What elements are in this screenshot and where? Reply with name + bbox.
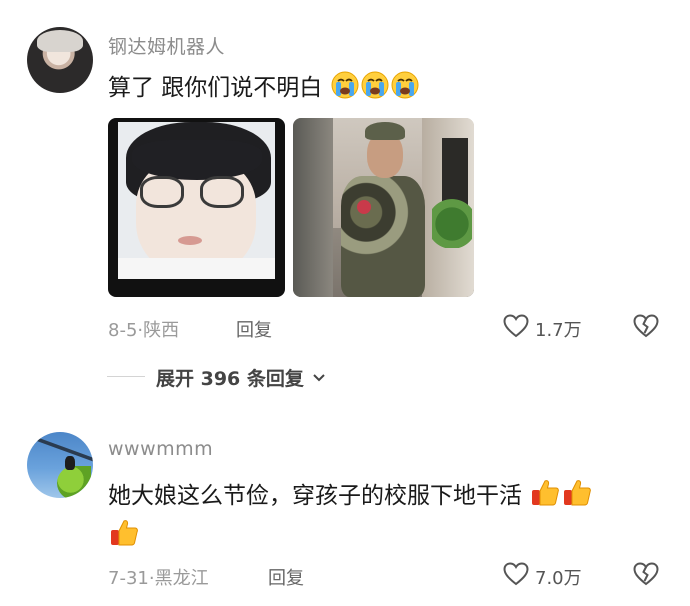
crying-face-icon (390, 70, 420, 106)
heart-icon[interactable] (503, 562, 529, 586)
reply-button[interactable]: 回复 (268, 564, 304, 590)
comment-text: 她大娘这么节俭，穿孩子的校服下地干活 (108, 476, 593, 514)
comment-location: 黑龙江 (154, 568, 209, 589)
thumbs-up-icon (108, 516, 140, 554)
comment-date: 8-5 (108, 320, 138, 341)
comment-meta: 7-31·黑龙江 (108, 568, 209, 589)
username[interactable]: wwwmmm (108, 438, 213, 460)
crying-face-icon (330, 70, 360, 106)
thumbs-up-icon (529, 476, 561, 514)
like-count: 1.7万 (535, 320, 582, 341)
username[interactable]: 钢达姆机器人 (108, 32, 225, 59)
heart-icon[interactable] (503, 314, 529, 338)
comment-text: 算了 跟你们说不明白 (108, 68, 420, 106)
comment-text-body: 她大娘这么节俭，穿孩子的校服下地干活 (108, 483, 522, 509)
reply-button[interactable]: 回复 (236, 316, 272, 342)
selfie-glasses-photo[interactable] (108, 118, 285, 297)
street-camo-photo[interactable] (293, 118, 474, 297)
comment-meta: 8-5·陕西 (108, 320, 180, 341)
crying-face-icon (360, 70, 390, 106)
comment-text-wrap (108, 516, 140, 554)
chevron-down-icon (312, 374, 325, 382)
like-count: 7.0万 (535, 568, 582, 589)
expand-replies-button[interactable]: 展开 396 条回复 (156, 364, 327, 391)
comment-location: 陕西 (143, 320, 180, 341)
broken-heart-icon[interactable] (633, 562, 659, 586)
expand-replies-label: 展开 396 条回复 (156, 368, 304, 390)
expand-divider (107, 376, 145, 377)
broken-heart-icon[interactable] (633, 314, 659, 338)
thumbs-up-icon (561, 476, 593, 514)
comment-text-body: 算了 跟你们说不明白 (108, 75, 323, 101)
comment-date: 7-31 (108, 568, 149, 589)
avatar[interactable] (27, 27, 93, 93)
avatar[interactable] (27, 432, 93, 498)
